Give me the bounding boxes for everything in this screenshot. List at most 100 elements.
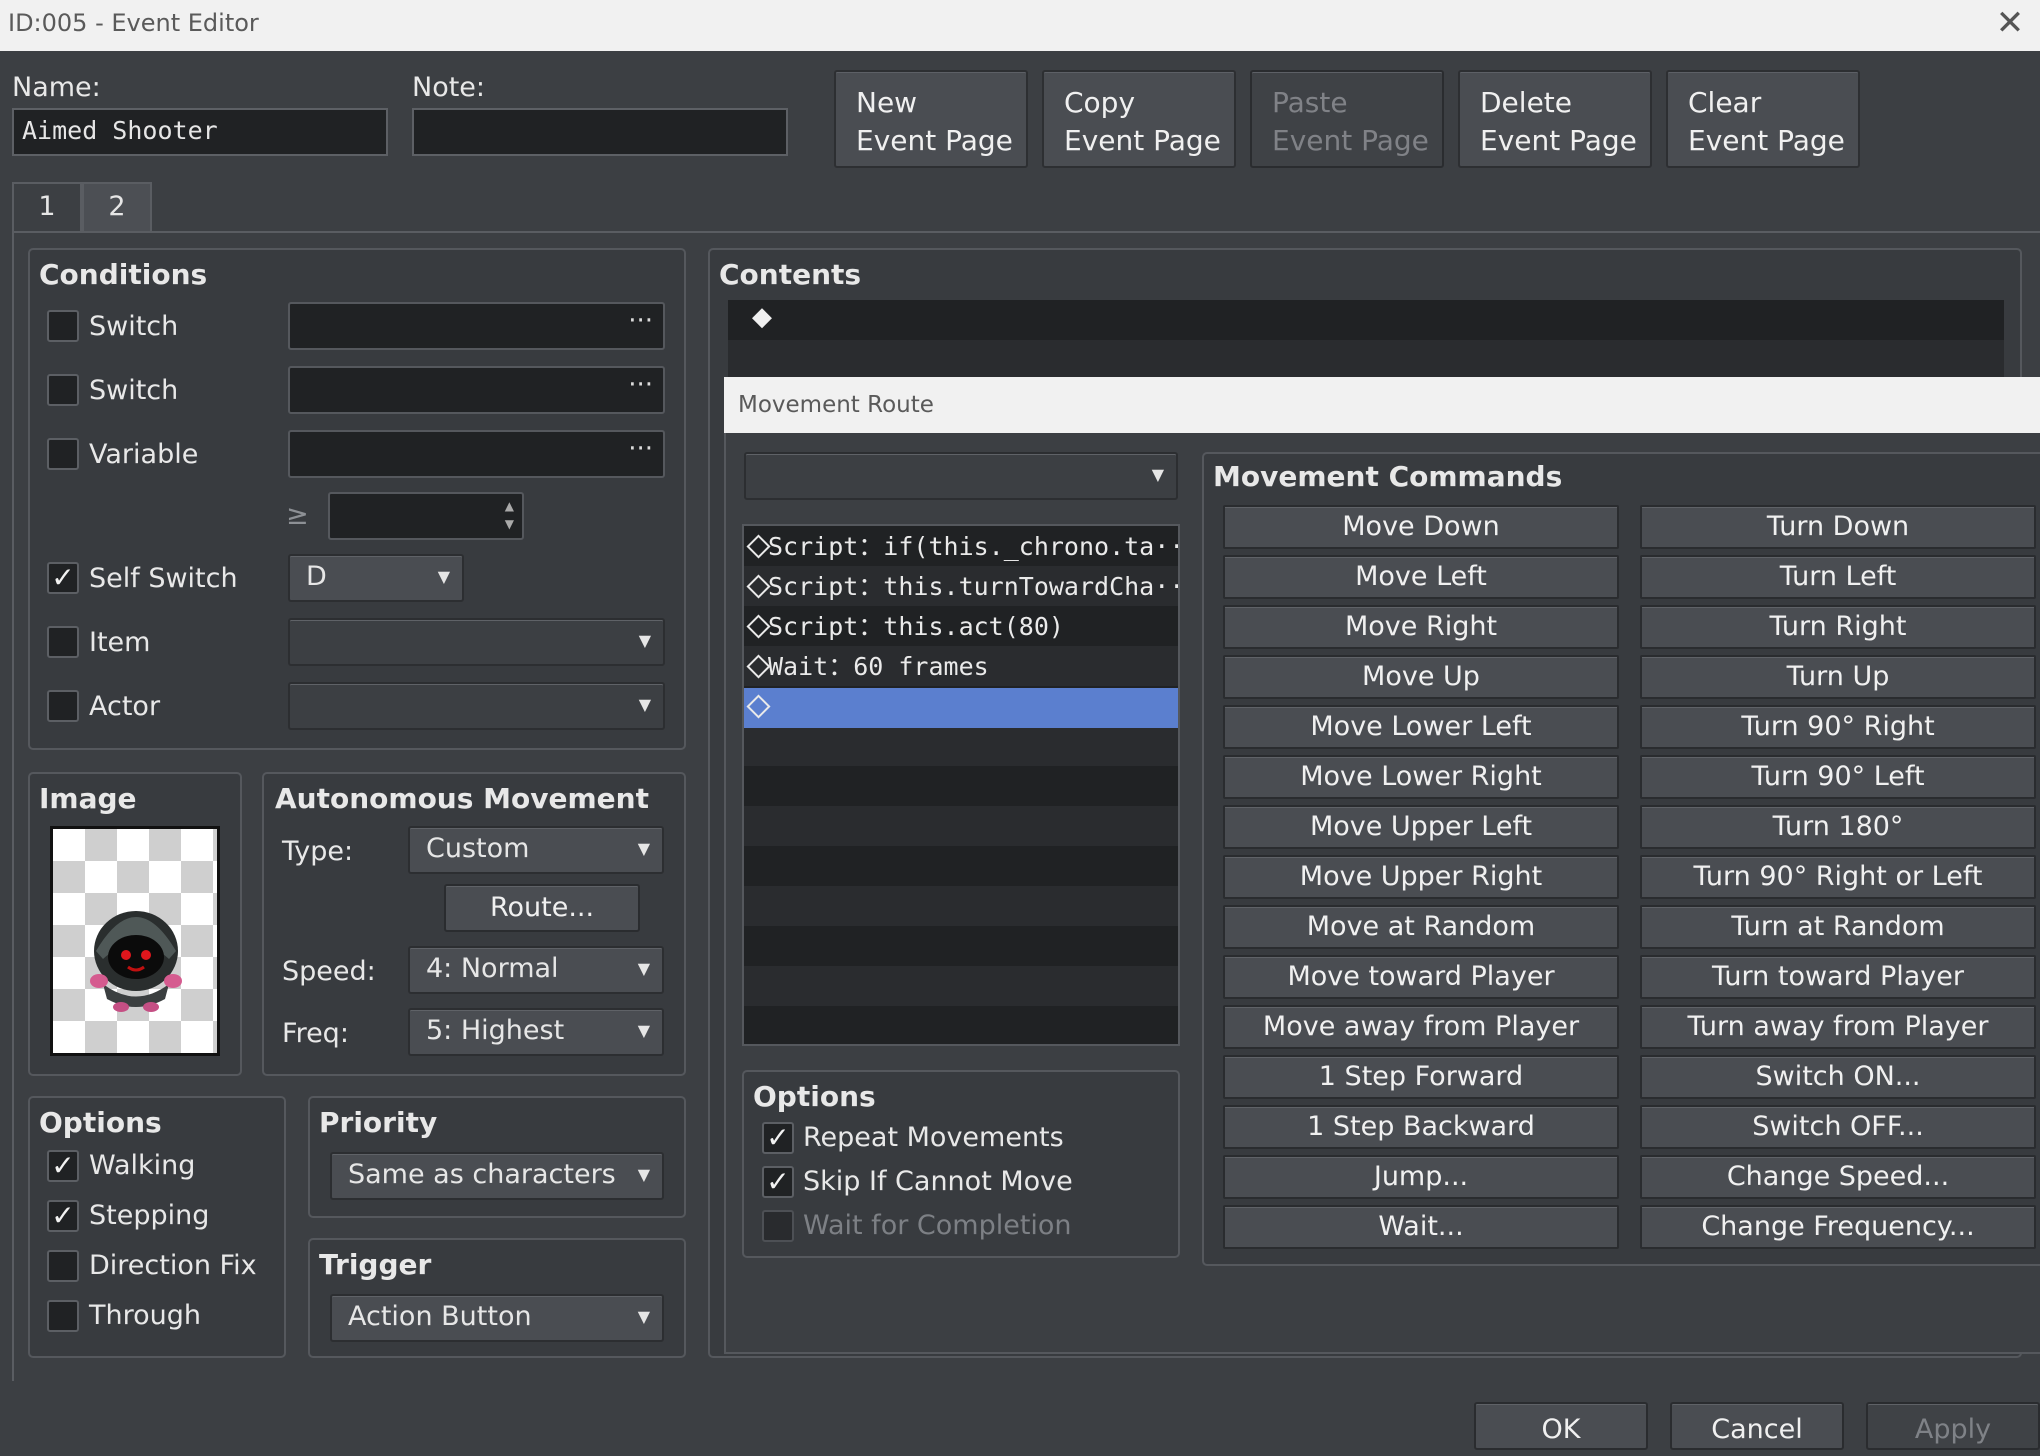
switch2-selector[interactable]: ··· [288,366,665,414]
cancel-button[interactable]: Cancel [1670,1402,1844,1450]
movement-command-button[interactable]: Move Up [1223,655,1619,699]
item-dropdown[interactable]: ▼ [288,618,665,666]
movement-command-button[interactable]: Move at Random [1223,905,1619,949]
image-title: Image [39,782,137,815]
paste-event-page-button[interactable]: Paste Event Page [1250,70,1444,168]
skip-if-cannot-move-checkbox[interactable]: ✓ [762,1166,794,1198]
repeat-movements-checkbox[interactable]: ✓ [762,1122,794,1154]
hooded-shooter-sprite-icon [90,911,182,1012]
priority-title: Priority [319,1106,438,1139]
route-list-item-selected[interactable] [744,688,1178,728]
movement-command-button[interactable]: Turn toward Player [1640,955,2036,999]
trigger-dropdown[interactable]: Action Button ▼ [330,1294,664,1342]
conditions-title: Conditions [39,258,208,291]
movement-command-button[interactable]: Move away from Player [1223,1005,1619,1049]
type-dropdown[interactable]: Custom ▼ [408,826,664,874]
apply-button[interactable]: Apply [1866,1402,2040,1450]
movement-command-button[interactable]: Move toward Player [1223,955,1619,999]
tab-page-1[interactable]: 1 [12,182,82,232]
movement-command-button[interactable]: Jump... [1223,1155,1619,1199]
walking-label: Walking [89,1150,196,1181]
movement-command-button[interactable]: Turn 90° Left [1640,755,2036,799]
route-target-dropdown[interactable]: ▼ [744,452,1178,500]
button-line: Event Page [1688,124,1845,157]
movement-command-button[interactable]: Turn Down [1640,505,2036,549]
movement-command-button[interactable]: Turn Up [1640,655,2036,699]
options-title: Options [39,1106,162,1139]
actor-checkbox[interactable] [47,690,79,722]
chevron-down-icon: ▼ [637,959,650,978]
movement-command-button[interactable]: Turn 180° [1640,805,2036,849]
chevron-down-icon: ▼ [638,695,651,714]
freq-dropdown[interactable]: 5: Highest ▼ [408,1008,664,1056]
wait-for-completion-checkbox[interactable] [762,1210,794,1242]
note-label: Note: [412,72,486,103]
route-list-item[interactable]: Wait：60 frames [744,648,1178,688]
self-switch-checkbox[interactable]: ✓ [47,562,79,594]
movement-command-button[interactable]: 1 Step Forward [1223,1055,1619,1099]
movement-command-button[interactable]: Move Down [1223,505,1619,549]
route-button[interactable]: Route... [444,884,640,932]
movement-command-button[interactable]: Move Upper Left [1223,805,1619,849]
movement-command-button[interactable]: Turn 90° Right [1640,705,2036,749]
movement-command-button[interactable]: Change Frequency... [1640,1205,2036,1249]
variable-selector[interactable]: ··· [288,430,665,478]
route-list-item[interactable]: Script：if(this._chrono.ta··· [744,528,1178,568]
clear-event-page-button[interactable]: Clear Event Page [1666,70,1860,168]
copy-event-page-button[interactable]: Copy Event Page [1042,70,1236,168]
movement-command-button[interactable]: Wait... [1223,1205,1619,1249]
self-switch-dropdown[interactable]: D ▼ [288,554,464,602]
delete-event-page-button[interactable]: Delete Event Page [1458,70,1652,168]
movement-command-button[interactable]: Turn at Random [1640,905,2036,949]
ok-button[interactable]: OK [1474,1402,1648,1450]
switch2-checkbox[interactable] [47,374,79,406]
movement-command-button[interactable]: Move Right [1223,605,1619,649]
contents-title: Contents [719,258,862,291]
contents-list-row[interactable] [728,340,2004,378]
image-preview[interactable] [50,826,220,1056]
movement-command-button[interactable]: Turn 90° Right or Left [1640,855,2036,899]
movement-command-button[interactable]: Move Lower Left [1223,705,1619,749]
close-icon[interactable]: ✕ [1980,0,2040,51]
movement-command-button[interactable]: Change Speed... [1640,1155,2036,1199]
route-list-item[interactable]: Script：this.turnTowardCha··· [744,568,1178,608]
switch1-selector[interactable]: ··· [288,302,665,350]
switch1-checkbox[interactable] [47,310,79,342]
stepping-checkbox[interactable]: ✓ [47,1200,79,1232]
route-list-item[interactable]: Script：this.act(80) [744,608,1178,648]
freq-value: 5: Highest [426,1015,565,1046]
movement-command-button[interactable]: Move Left [1223,555,1619,599]
spin-down-icon[interactable]: ▼ [505,516,514,532]
chevron-down-icon: ▼ [437,567,450,586]
movement-command-button[interactable]: Move Lower Right [1223,755,1619,799]
movement-command-button[interactable]: Turn away from Player [1640,1005,2036,1049]
movement-command-button[interactable]: 1 Step Backward [1223,1105,1619,1149]
name-field[interactable]: Aimed Shooter [12,108,388,156]
note-field[interactable] [412,108,788,156]
movement-command-button[interactable]: Switch OFF... [1640,1105,2036,1149]
speed-dropdown[interactable]: 4: Normal ▼ [408,946,664,994]
movement-command-button[interactable]: Turn Left [1640,555,2036,599]
variable-value-spinbox[interactable]: ▲ ▼ [328,492,524,540]
speed-label: Speed: [282,956,376,987]
diamond-icon [746,534,771,559]
movement-command-button[interactable]: Switch ON... [1640,1055,2036,1099]
walking-checkbox[interactable]: ✓ [47,1150,79,1182]
name-label: Name: [12,72,101,103]
wait-for-completion-label: Wait for Completion [803,1210,1072,1241]
freq-label: Freq: [282,1018,349,1049]
movement-command-button[interactable]: Move Upper Right [1223,855,1619,899]
actor-dropdown[interactable]: ▼ [288,682,665,730]
contents-list[interactable]: ◆ [728,300,2004,340]
chevron-down-icon: ▼ [637,1165,650,1184]
item-checkbox[interactable] [47,626,79,658]
priority-value: Same as characters [348,1159,616,1190]
variable-checkbox[interactable] [47,438,79,470]
direction-fix-checkbox[interactable] [47,1250,79,1282]
spin-up-icon[interactable]: ▲ [505,498,514,514]
priority-dropdown[interactable]: Same as characters ▼ [330,1152,664,1200]
movement-command-button[interactable]: Turn Right [1640,605,2036,649]
new-event-page-button[interactable]: New Event Page [834,70,1028,168]
tab-page-2[interactable]: 2 [82,182,152,232]
through-checkbox[interactable] [47,1300,79,1332]
